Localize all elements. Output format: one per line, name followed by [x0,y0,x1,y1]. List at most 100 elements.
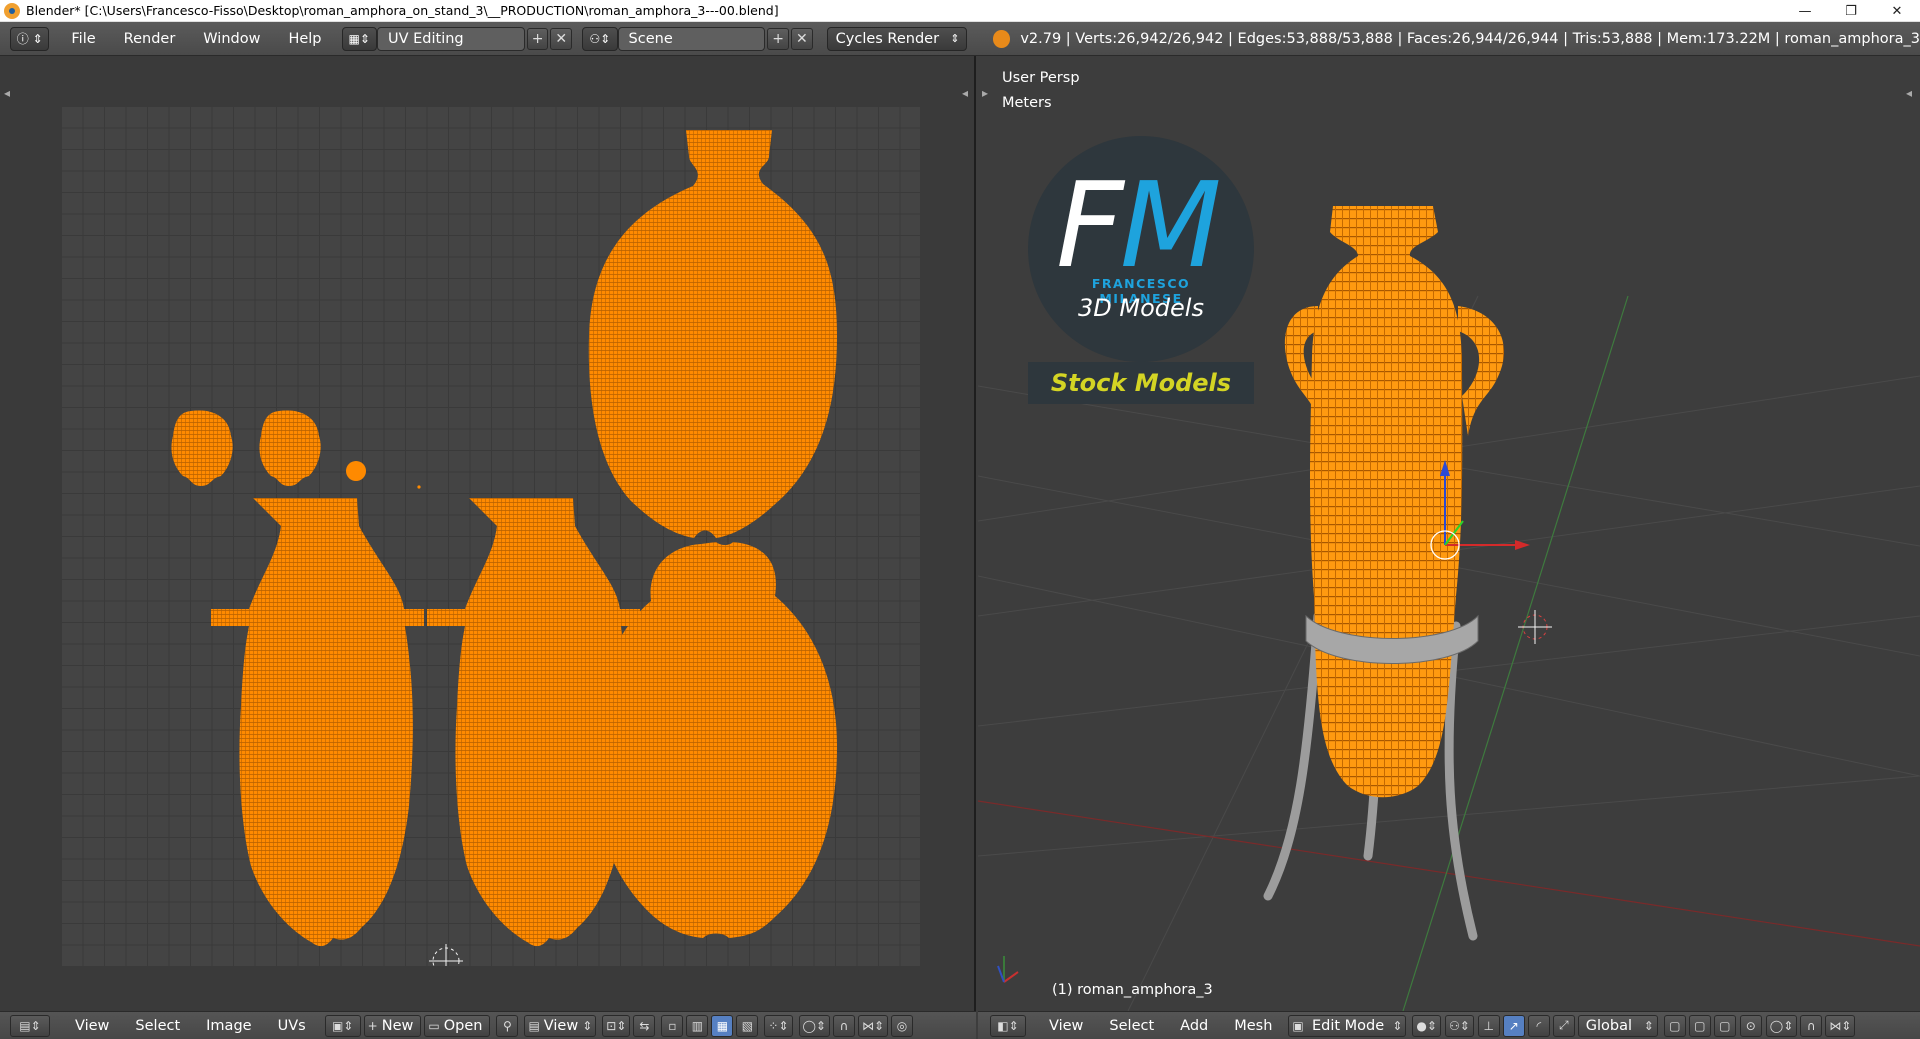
scale-manipulator-button[interactable]: ⤢ [1552,1014,1575,1037]
layer-button[interactable]: ▢ [1688,1014,1711,1037]
magnet-icon: ∩ [839,1018,849,1033]
add-screen-button[interactable]: + [526,27,549,50]
maximize-button[interactable]: ❐ [1828,0,1874,22]
info-icon: ⓘ ⇕ [16,32,43,46]
editor-type-button[interactable]: ▤⇕ [10,1014,50,1037]
snap-element-dropdown[interactable]: ⋈⇕ [857,1014,889,1037]
remove-screen-button[interactable]: ✕ [550,27,573,50]
pivot-point-dropdown[interactable]: ⚇⇕ [1444,1014,1474,1037]
uv-grid-canvas[interactable] [61,106,920,975]
snap-icon: ⋈⇕ [861,1018,885,1033]
pin-button[interactable]: ⚲ [496,1014,519,1037]
x-icon: ✕ [795,30,808,47]
3d-viewport[interactable]: ▸ ◂ User Persp Meters FM FRANCESCO MILAN… [978,56,1920,1011]
menu-select[interactable]: Select [122,1018,193,1034]
updown-arrow-icon: ⇕ [582,1018,593,1033]
scale-icon: ⤢ [1558,1018,1569,1032]
uv-island [427,498,640,947]
proportional-edit-dropdown[interactable]: ◯⇕ [1765,1014,1798,1037]
scene-browse-button[interactable]: ⚇⇕ [582,26,618,51]
editor-type-info-button[interactable]: ⓘ ⇕ [10,26,50,51]
proportional-edit-dropdown[interactable]: ◯⇕ [798,1014,830,1037]
layer-button[interactable]: ▢ [1713,1014,1736,1037]
image-browse-button[interactable]: ▣⇕ [324,1014,361,1037]
vertex-select-icon: ▫ [668,1018,677,1033]
render-engine-label: Cycles Render [835,30,940,47]
screen-layout-browse-button[interactable]: ▦⇕ [341,26,377,51]
remove-scene-button[interactable]: ✕ [790,27,813,50]
menu-select[interactable]: Select [1096,1018,1167,1034]
menu-uvs[interactable]: UVs [265,1018,319,1034]
minimize-button[interactable]: — [1782,0,1828,22]
logo-stock-banner: Stock Models [1028,362,1254,404]
new-image-button[interactable]: + New [363,1014,422,1037]
open-image-button[interactable]: ▭ Open [424,1014,491,1037]
menu-view[interactable]: View [1036,1018,1096,1034]
select-island-button[interactable]: ▧ [736,1014,759,1037]
menu-window[interactable]: Window [189,31,274,47]
open-image-label: Open [443,1017,483,1034]
area-corner-plus-icon[interactable]: ◂ [962,86,968,100]
viewport-shading-dropdown[interactable]: ●⇕ [1412,1014,1441,1037]
uv-editor-header: ▤⇕ View Select Image UVs ▣⇕ + New ▭ Open… [0,1011,976,1039]
editor-type-button[interactable]: ◧⇕ [990,1014,1026,1037]
pivot-icon: ⚇⇕ [1448,1018,1470,1033]
layer-icon: ▢ [1694,1018,1706,1033]
new-image-label: New [381,1017,414,1034]
menu-help[interactable]: Help [274,31,335,47]
close-button[interactable]: ✕ [1874,0,1920,22]
interaction-mode-dropdown[interactable]: ▣ Edit Mode ⇕ [1288,1014,1407,1037]
layer-button[interactable]: ▢ [1663,1014,1686,1037]
select-vertex-button[interactable]: ▫ [661,1014,684,1037]
logo-subtitle: 3D Models [1078,294,1204,322]
area-corner-plus-icon[interactable]: ◂ [4,86,10,100]
magnet-icon: ∩ [1806,1018,1816,1033]
plus-icon: + [772,30,784,47]
sticky-select-dropdown[interactable]: ⁘⇕ [764,1014,793,1037]
menu-image[interactable]: Image [193,1018,264,1034]
edge-select-icon: ▥ [691,1018,704,1033]
amphora-mesh [1310,206,1463,798]
pin-icon: ⚲ [503,1018,512,1033]
pivot-button[interactable]: ⊡⇕ [602,1014,631,1037]
translate-manipulator-button[interactable]: ↗ [1502,1014,1525,1037]
scene-statistics: v2.79 | Verts:26,942/26,942 | Edges:53,8… [1020,30,1920,47]
screen-layout-field[interactable]: UV Editing [376,26,525,51]
sync-selection-button[interactable]: ⇆ [633,1014,656,1037]
menu-add[interactable]: Add [1167,1018,1221,1034]
snap-element-dropdown[interactable]: ⋈⇕ [1825,1014,1856,1037]
image-editor-icon: ▤⇕ [19,1018,41,1033]
menu-mesh[interactable]: Mesh [1221,1018,1285,1034]
updown-arrow-icon: ⇕ [1643,1018,1654,1033]
layer-icon: ▢ [1719,1018,1731,1033]
manipulator-toggle[interactable]: ⊥ [1477,1014,1500,1037]
folder-icon: ▭ [428,1018,440,1033]
snap-icon: ⋈⇕ [1829,1018,1852,1033]
render-engine-dropdown[interactable]: Cycles Render ⇕ [826,26,967,51]
arrow-icon: ↗ [1508,1018,1519,1033]
uv-2d-cursor [429,944,463,975]
view-mode-dropdown[interactable]: ▤ View ⇕ [524,1014,597,1037]
menu-render[interactable]: Render [110,31,190,47]
menu-view[interactable]: View [62,1018,122,1034]
menu-file[interactable]: File [57,31,109,47]
select-face-button[interactable]: ▦ [711,1014,734,1037]
snap-toggle[interactable]: ∩ [1800,1014,1823,1037]
rotate-manipulator-button[interactable]: ◜ [1527,1014,1550,1037]
interaction-mode-label: Edit Mode [1311,1017,1385,1034]
uv-overlay-button[interactable]: ◎ [891,1014,914,1037]
uv-image-editor[interactable]: ◂ ◂ [0,56,976,1011]
overlay-icon: ◎ [896,1018,908,1033]
mini-axis-icon [997,956,1019,983]
add-scene-button[interactable]: + [767,27,789,50]
island-select-icon: ▧ [741,1018,754,1033]
scene-field[interactable]: Scene [617,26,766,51]
uv-island [259,410,321,486]
uv-islands [171,130,837,975]
window-controls: — ❐ ✕ [1782,0,1920,22]
select-edge-button[interactable]: ▥ [686,1014,709,1037]
sync-icon: ⇆ [639,1018,650,1033]
occlude-geometry-button[interactable]: ⊙ [1739,1014,1762,1037]
snap-toggle[interactable]: ∩ [832,1014,855,1037]
transform-orientation-dropdown[interactable]: Global ⇕ [1577,1014,1658,1037]
